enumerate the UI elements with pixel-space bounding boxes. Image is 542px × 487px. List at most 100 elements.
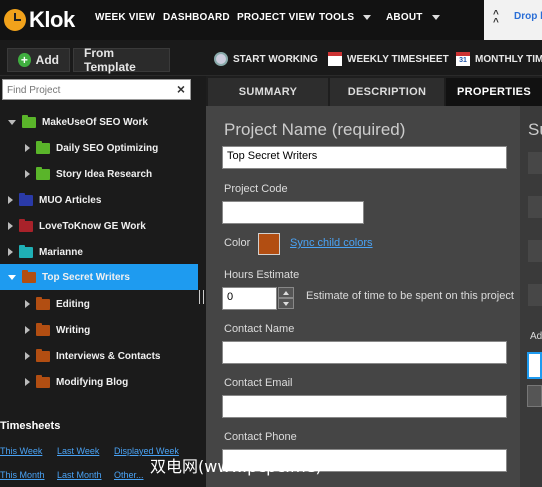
project-code-label: Project Code [224, 183, 288, 195]
summary-row [528, 240, 542, 262]
project-label: MakeUseOf SEO Work [42, 116, 148, 128]
summary-row [528, 152, 542, 174]
project-item-editing[interactable]: Editing [0, 292, 198, 316]
project-code-input[interactable] [222, 201, 364, 224]
folder-icon [19, 218, 33, 232]
from-template-button[interactable]: From Template [73, 46, 170, 74]
expand-arrow-icon[interactable] [8, 274, 16, 280]
klok-app-window: Klok WEEK VIEW DASHBOARD PROJECT VIEW TO… [0, 0, 542, 487]
contact-name-label: Contact Name [224, 323, 295, 335]
project-item-top-secret-writers[interactable]: Top Secret Writers [0, 264, 198, 290]
timesheets-heading: Timesheets [0, 420, 61, 432]
expand-arrow-icon[interactable] [25, 300, 30, 308]
calendar-31-icon: 31 [456, 52, 470, 66]
project-item-writing[interactable]: Writing [0, 318, 198, 342]
find-project-input[interactable] [3, 81, 163, 100]
monthly-timesheet-button[interactable]: 31 MONTHLY TIME [456, 52, 542, 66]
weekly-timesheet-label: WEEKLY TIMESHEET [347, 53, 449, 65]
project-item-marianne[interactable]: Marianne [0, 240, 198, 264]
project-item-lovetoknow-ge-work[interactable]: LoveToKnow GE Work [0, 214, 198, 238]
project-item-story-idea-research[interactable]: Story Idea Research [0, 162, 198, 186]
plus-icon: + [18, 53, 31, 67]
project-label: Story Idea Research [56, 168, 153, 180]
hours-estimate-input[interactable]: 0 [222, 287, 277, 310]
stopwatch-icon [214, 52, 228, 66]
weekly-timesheet-button[interactable]: WEEKLY TIMESHEET [328, 52, 449, 66]
side-panel-button[interactable] [527, 385, 542, 407]
project-label: LoveToKnow GE Work [39, 220, 146, 232]
expand-arrow-icon[interactable] [25, 170, 30, 178]
clear-search-icon[interactable]: × [177, 81, 185, 97]
chevron-down-icon [431, 14, 440, 20]
timesheet-link-last-week[interactable]: Last Week [57, 446, 99, 456]
monthly-timesheet-label: MONTHLY TIME [475, 53, 542, 65]
folder-icon [19, 244, 33, 258]
folder-icon [36, 296, 50, 310]
project-name-input[interactable]: Top Secret Writers [222, 146, 507, 169]
summary-row [528, 196, 542, 218]
side-panel-title: Su [528, 120, 542, 139]
color-label: Color [224, 237, 251, 249]
calendar-icon [328, 52, 342, 66]
project-label: Daily SEO Optimizing [56, 142, 159, 154]
nav-week-view[interactable]: WEEK VIEW [95, 12, 155, 23]
nav-about-label: ABOUT [386, 12, 423, 23]
project-label: Editing [56, 298, 90, 310]
double-chevron-up-icon: ^ ^ [493, 9, 499, 28]
color-swatch-picker[interactable] [258, 233, 280, 255]
side-panel-input[interactable] [527, 352, 542, 379]
expand-arrow-icon[interactable] [8, 196, 13, 204]
tab-summary[interactable]: SUMMARY [208, 78, 328, 106]
expand-arrow-icon[interactable] [8, 222, 13, 230]
timesheet-link-last-month[interactable]: Last Month [57, 470, 102, 480]
project-item-modifying-blog[interactable]: Modifying Blog [0, 370, 198, 394]
project-item-muo-articles[interactable]: MUO Articles [0, 188, 198, 212]
expand-arrow-icon[interactable] [25, 326, 30, 334]
start-working-button[interactable]: START WORKING [214, 52, 318, 66]
contact-name-input[interactable] [222, 341, 507, 364]
dropbox-panel-toggle[interactable]: ^^ Drop b [484, 0, 542, 40]
project-label: Interviews & Contacts [56, 350, 161, 362]
klok-logo: Klok [4, 7, 75, 33]
timesheet-link-this-month[interactable]: This Month [0, 470, 45, 480]
sidebar-resize-handle[interactable] [199, 290, 204, 304]
expand-arrow-icon[interactable] [25, 378, 30, 386]
timesheet-link-this-week[interactable]: This Week [0, 446, 42, 456]
nav-dashboard[interactable]: DASHBOARD [163, 12, 230, 23]
tab-description[interactable]: DESCRIPTION [330, 78, 444, 106]
project-item-daily-seo-optimizing[interactable]: Daily SEO Optimizing [0, 136, 198, 160]
find-project-search: × [2, 79, 191, 100]
project-label: Writing [56, 324, 91, 336]
hours-estimate-hint: Estimate of time to be spent on this pro… [306, 290, 514, 302]
increment-arrow-icon[interactable] [278, 287, 294, 298]
folder-icon [19, 192, 33, 206]
add-label: Add [35, 53, 59, 67]
expand-arrow-icon[interactable] [25, 144, 30, 152]
folder-icon [22, 269, 36, 283]
app-name: Klok [29, 7, 75, 32]
expand-arrow-icon[interactable] [8, 119, 16, 125]
sync-child-colors-link[interactable]: Sync child colors [290, 237, 373, 249]
nav-project-view[interactable]: PROJECT VIEW [237, 12, 315, 23]
project-item-interviews-contacts[interactable]: Interviews & Contacts [0, 344, 198, 368]
tab-properties[interactable]: PROPERTIES [446, 78, 542, 106]
summary-row [528, 284, 542, 306]
contact-phone-label: Contact Phone [224, 431, 297, 443]
nav-about[interactable]: ABOUT [386, 12, 440, 23]
project-label: MUO Articles [39, 194, 102, 206]
timesheet-link-other[interactable]: Other... [114, 470, 144, 480]
chevron-down-icon [363, 14, 372, 20]
summary-side-panel [520, 106, 542, 487]
nav-tools[interactable]: TOOLS [319, 12, 372, 23]
folder-icon [22, 114, 36, 128]
expand-arrow-icon[interactable] [25, 352, 30, 360]
add-project-button[interactable]: + Add [7, 48, 70, 72]
project-item-makeuseof-seo-work[interactable]: MakeUseOf SEO Work [0, 110, 198, 134]
expand-arrow-icon[interactable] [8, 248, 13, 256]
folder-icon [36, 374, 50, 388]
hours-estimate-label: Hours Estimate [224, 269, 300, 281]
folder-icon [36, 140, 50, 154]
decrement-arrow-icon[interactable] [278, 298, 294, 309]
dropbox-label: Drop b [514, 11, 542, 22]
contact-email-input[interactable] [222, 395, 507, 418]
